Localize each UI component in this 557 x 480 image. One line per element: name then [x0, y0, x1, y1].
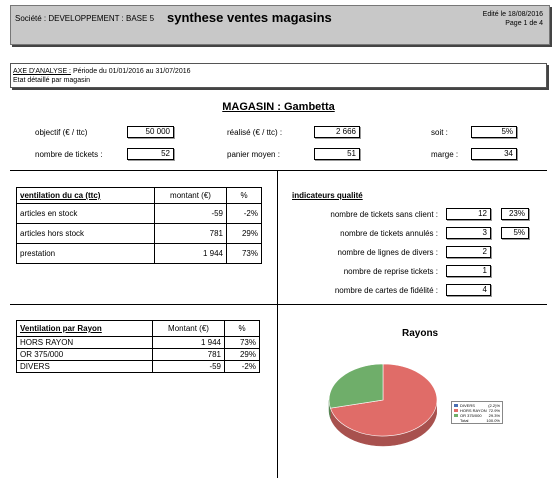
row-label: OR 375/000: [16, 348, 153, 361]
ventilation-rayon-table: Ventilation par Rayon Montant (€) % HORS…: [16, 320, 260, 373]
row-label: articles en stock: [16, 203, 155, 224]
row-montant: 1 944: [152, 336, 225, 349]
table-row: HORS RAYON 1 944 73%: [16, 336, 260, 349]
indicateurs-title: indicateurs qualité: [292, 191, 363, 200]
row-label: articles hors stock: [16, 223, 155, 244]
ventilation-ca-col-pct: %: [226, 187, 262, 204]
row-pct: -2%: [224, 360, 260, 373]
ventilation-rayon-title: Ventilation par Rayon: [16, 320, 153, 337]
panier-label: panier moyen :: [227, 150, 280, 159]
ventilation-rayon-col-pct: %: [224, 320, 260, 337]
ventilation-ca-title: ventilation du ca (ttc): [16, 187, 155, 204]
table-row: DIVERS -59 -2%: [16, 360, 260, 373]
ventilation-ca-col-montant: montant (€): [154, 187, 227, 204]
indicator-label: nombre de lignes de divers :: [337, 248, 439, 257]
legend-total: Total 100.0%: [454, 418, 500, 423]
indicator-value: 1: [446, 265, 491, 277]
axis-detail: Etat détaillé par magasin: [13, 77, 91, 84]
edit-info: Edité le 18/08/2016 Page 1 de 4: [483, 10, 543, 28]
legend-swatch: [454, 414, 458, 417]
analysis-axis-box: AXE D'ANALYSE : Période du 01/01/2016 au…: [10, 63, 547, 88]
ventilation-ca-table: ventilation du ca (ttc) montant (€) % ar…: [16, 187, 262, 264]
store-title: MAGASIN : Gambetta: [222, 101, 335, 113]
indicator-value: 3: [446, 227, 491, 239]
objectif-value: 50 000: [127, 126, 174, 138]
marge-value: 34: [471, 148, 517, 160]
marge-label: marge :: [431, 150, 459, 159]
soit-value: 5%: [471, 126, 517, 138]
legend-swatch: [454, 409, 458, 412]
row-pct: 73%: [224, 336, 260, 349]
realise-value: 2 666: [314, 126, 360, 138]
row-pct: -2%: [226, 203, 262, 224]
row-label: prestation: [16, 243, 155, 264]
row-pct: 29%: [224, 348, 260, 361]
legend-total-value: 100.0%: [486, 418, 500, 423]
report-title: synthese ventes magasins: [167, 10, 332, 25]
divider-middle: [10, 304, 547, 305]
divider-top: [10, 170, 547, 171]
chart-title: Rayons: [402, 328, 439, 339]
panier-value: 51: [314, 148, 360, 160]
realise-label: réalisé (€ / ttc) :: [227, 128, 283, 137]
tickets-value: 52: [127, 148, 174, 160]
objectif-label: objectif (€ / ttc): [35, 128, 88, 137]
indicator-label: nombre de tickets sans client :: [330, 210, 438, 219]
indicator-label: nombre de reprise tickets :: [343, 267, 438, 276]
row-pct: 73%: [226, 243, 262, 264]
chart-legend: DIVERS (2.2)% HORS RAYON 72.9% OR 375/000 2…: [451, 401, 503, 424]
table-row: prestation 1 944 73%: [16, 243, 262, 264]
company-name: Société : DEVELOPPEMENT : BASE 5: [15, 14, 155, 23]
indicator-label: nombre de tickets annulés :: [340, 229, 438, 238]
axis-label: AXE D'ANALYSE :: [13, 68, 72, 75]
indicator-value: 12: [446, 208, 491, 220]
row-label: HORS RAYON: [16, 336, 153, 349]
table-row: articles en stock -59 -2%: [16, 203, 262, 224]
row-montant: 1 944: [154, 243, 227, 264]
indicator-pct: 23%: [501, 208, 529, 220]
row-pct: 29%: [226, 223, 262, 244]
row-montant: 781: [152, 348, 225, 361]
report-header: Société : DEVELOPPEMENT : BASE 5 synthes…: [10, 5, 550, 45]
legend-total-label: Total: [460, 418, 469, 423]
legend-swatch: [454, 404, 458, 407]
indicator-pct: 5%: [501, 227, 529, 239]
row-montant: 781: [154, 223, 227, 244]
row-montant: -59: [152, 360, 225, 373]
axis-period: Période du 01/01/2016 au 31/07/2016: [71, 68, 191, 75]
indicator-label: nombre de cartes de fidélité :: [334, 286, 438, 295]
row-label: DIVERS: [16, 360, 153, 373]
pie-chart: [328, 363, 438, 447]
table-row: OR 375/000 781 29%: [16, 348, 260, 361]
indicator-value: 4: [446, 284, 491, 296]
soit-label: soit :: [431, 128, 448, 137]
indicator-value: 2: [446, 246, 491, 258]
row-montant: -59: [154, 203, 227, 224]
ventilation-rayon-col-montant: Montant (€): [152, 320, 225, 337]
tickets-label: nombre de tickets :: [35, 150, 103, 159]
page-number: Page 1 de 4: [505, 20, 543, 27]
table-row: articles hors stock 781 29%: [16, 223, 262, 244]
edit-date: Edité le 18/08/2016: [482, 11, 543, 18]
